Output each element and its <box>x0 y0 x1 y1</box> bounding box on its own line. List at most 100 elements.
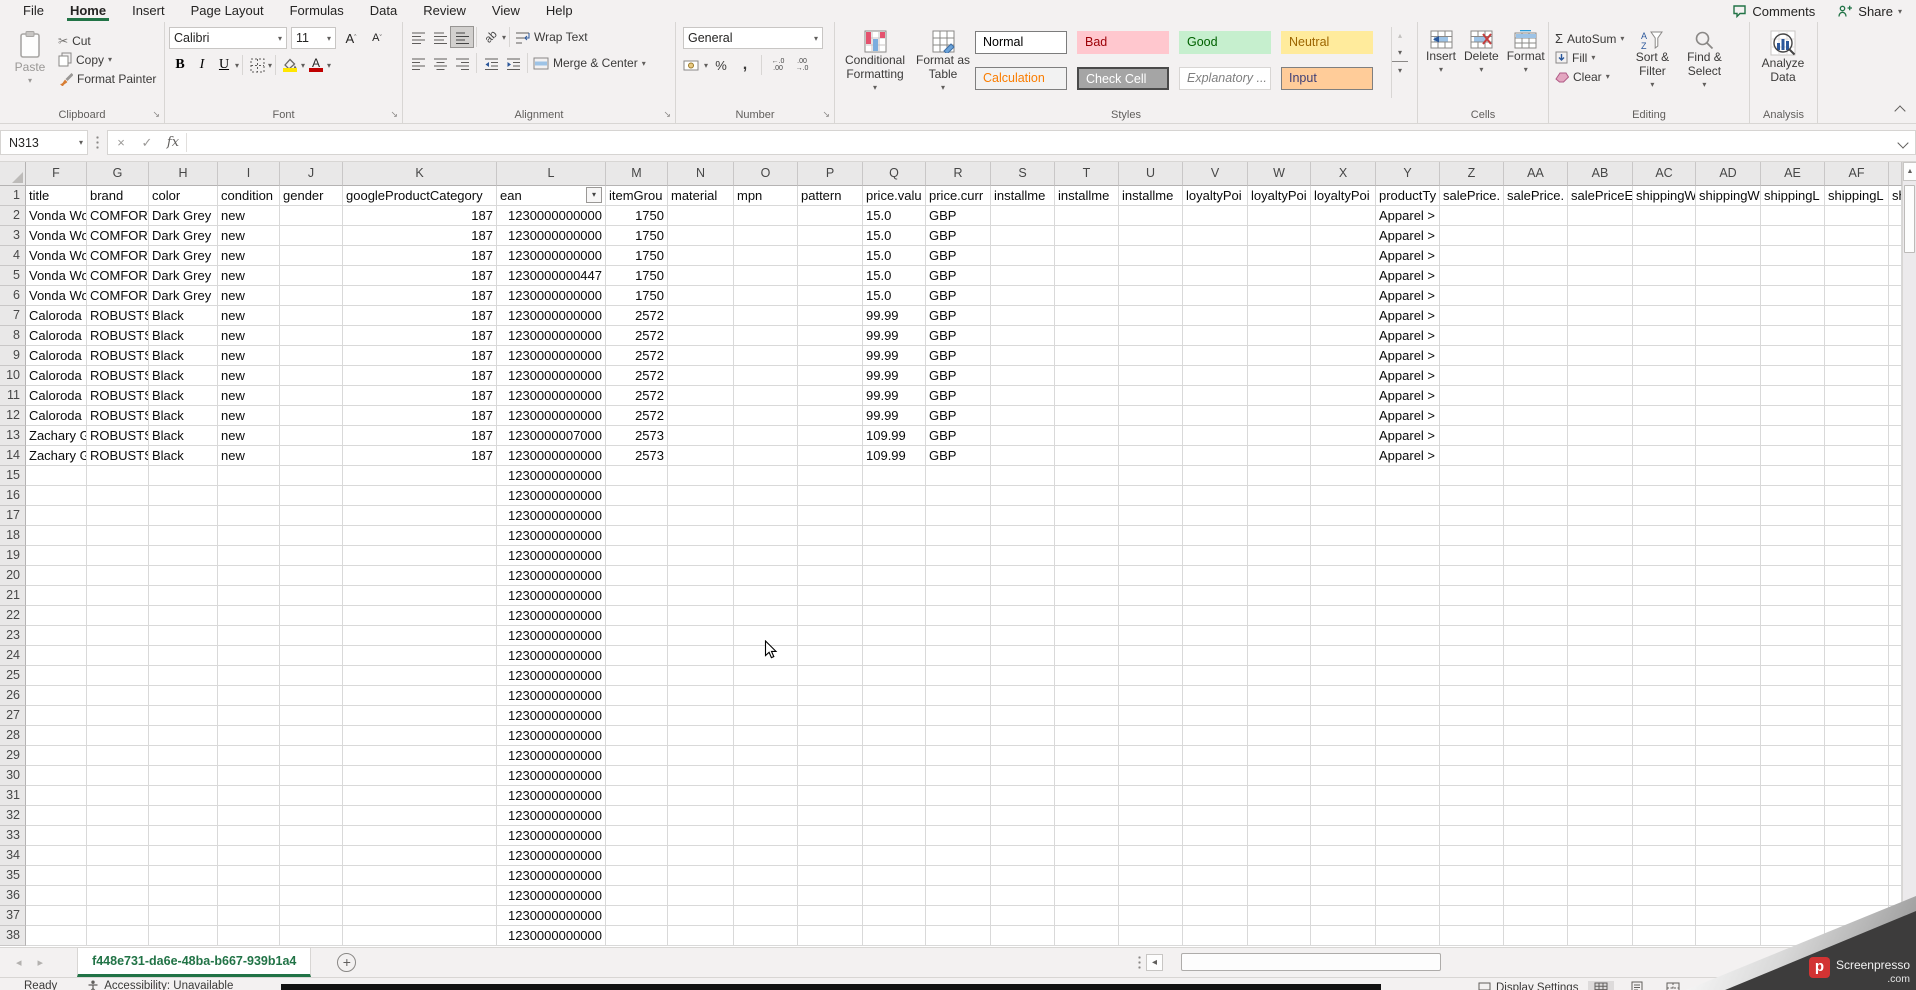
cell[interactable] <box>1055 566 1119 586</box>
cell[interactable]: new <box>218 426 280 446</box>
cell[interactable] <box>1633 546 1696 566</box>
cell[interactable] <box>1248 546 1311 566</box>
cell[interactable]: 187 <box>343 326 497 346</box>
cell[interactable] <box>991 606 1055 626</box>
cell[interactable]: 1230000000000 <box>497 666 606 686</box>
cell[interactable]: shippingL <box>1761 186 1825 206</box>
cell[interactable] <box>1440 446 1504 466</box>
cell[interactable] <box>1376 886 1440 906</box>
cell[interactable] <box>1696 486 1761 506</box>
cell[interactable] <box>1311 546 1376 566</box>
cell[interactable] <box>798 866 863 886</box>
cell[interactable] <box>1504 546 1568 566</box>
cell[interactable] <box>1119 886 1183 906</box>
cell[interactable] <box>149 806 218 826</box>
cell[interactable] <box>668 606 734 626</box>
cell[interactable] <box>798 546 863 566</box>
cell[interactable] <box>1376 726 1440 746</box>
cell[interactable] <box>1119 366 1183 386</box>
cell[interactable] <box>1633 366 1696 386</box>
cell[interactable]: 1230000000000 <box>497 846 606 866</box>
cell[interactable] <box>1696 646 1761 666</box>
cell[interactable]: loyaltyPoi <box>1248 186 1311 206</box>
row-header-14[interactable]: 14 <box>0 446 26 466</box>
cell[interactable] <box>926 726 991 746</box>
cell[interactable]: new <box>218 326 280 346</box>
cell[interactable] <box>1376 746 1440 766</box>
cell[interactable] <box>1504 646 1568 666</box>
cell[interactable] <box>863 526 926 546</box>
row-header-37[interactable]: 37 <box>0 906 26 926</box>
cell[interactable] <box>606 926 668 946</box>
cell[interactable] <box>926 846 991 866</box>
cell[interactable] <box>1183 886 1248 906</box>
cell[interactable]: 2572 <box>606 406 668 426</box>
cell[interactable] <box>1825 646 1889 666</box>
row-header-19[interactable]: 19 <box>0 546 26 566</box>
cell[interactable] <box>1248 726 1311 746</box>
column-header-J[interactable]: J <box>280 162 343 186</box>
zoom-slider[interactable] <box>1714 988 1802 989</box>
cell[interactable] <box>926 886 991 906</box>
cell[interactable] <box>991 706 1055 726</box>
cell[interactable]: Vonda Wo <box>26 206 87 226</box>
row-header-35[interactable]: 35 <box>0 866 26 886</box>
cell[interactable] <box>1889 626 1902 646</box>
cell[interactable] <box>1311 206 1376 226</box>
cell[interactable] <box>1696 586 1761 606</box>
cell[interactable] <box>734 346 798 366</box>
cell[interactable] <box>1633 606 1696 626</box>
cell[interactable] <box>1311 666 1376 686</box>
cell[interactable] <box>1311 726 1376 746</box>
cell[interactable] <box>1633 826 1696 846</box>
cell[interactable] <box>1376 486 1440 506</box>
cell[interactable] <box>1504 206 1568 226</box>
cell[interactable] <box>218 786 280 806</box>
row-header-38[interactable]: 38 <box>0 926 26 946</box>
cell[interactable] <box>1248 806 1311 826</box>
cell[interactable] <box>991 806 1055 826</box>
cell[interactable] <box>926 626 991 646</box>
row-header-11[interactable]: 11 <box>0 386 26 406</box>
cell[interactable] <box>798 926 863 946</box>
cell[interactable] <box>1055 866 1119 886</box>
page-break-view-icon[interactable] <box>1660 981 1686 990</box>
cell[interactable] <box>734 486 798 506</box>
cell[interactable] <box>26 706 87 726</box>
cell[interactable] <box>280 806 343 826</box>
font-name-select[interactable]: Calibri▾ <box>169 27 287 49</box>
cell[interactable] <box>1440 586 1504 606</box>
cell[interactable] <box>26 926 87 946</box>
cell[interactable] <box>26 506 87 526</box>
share-button[interactable]: Share ▾ <box>1837 4 1902 19</box>
cell[interactable] <box>1889 606 1902 626</box>
cell[interactable] <box>1311 846 1376 866</box>
cell[interactable] <box>734 686 798 706</box>
cell[interactable]: ROBUSTSH <box>87 366 149 386</box>
cell[interactable] <box>863 726 926 746</box>
cell[interactable] <box>1248 886 1311 906</box>
cut-button[interactable]: ✂ Cut <box>56 31 158 50</box>
cell[interactable]: 1230000000000 <box>497 726 606 746</box>
cell[interactable] <box>1825 846 1889 866</box>
cell[interactable] <box>798 406 863 426</box>
cell[interactable] <box>280 726 343 746</box>
cell[interactable] <box>1761 586 1825 606</box>
cell[interactable]: 1230000000000 <box>497 806 606 826</box>
row-header-5[interactable]: 5 <box>0 266 26 286</box>
cell[interactable]: 187 <box>343 286 497 306</box>
cell[interactable] <box>1055 606 1119 626</box>
cell[interactable] <box>343 586 497 606</box>
cell[interactable] <box>280 246 343 266</box>
cell[interactable] <box>1761 806 1825 826</box>
align-left-icon[interactable] <box>407 53 429 73</box>
cell[interactable] <box>1376 666 1440 686</box>
cell[interactable] <box>1311 766 1376 786</box>
cell[interactable] <box>87 826 149 846</box>
cell[interactable] <box>1761 746 1825 766</box>
column-header-W[interactable]: W <box>1248 162 1311 186</box>
cell[interactable] <box>1248 666 1311 686</box>
cell[interactable] <box>798 766 863 786</box>
column-header-G[interactable]: G <box>87 162 149 186</box>
cell[interactable] <box>1889 206 1902 226</box>
